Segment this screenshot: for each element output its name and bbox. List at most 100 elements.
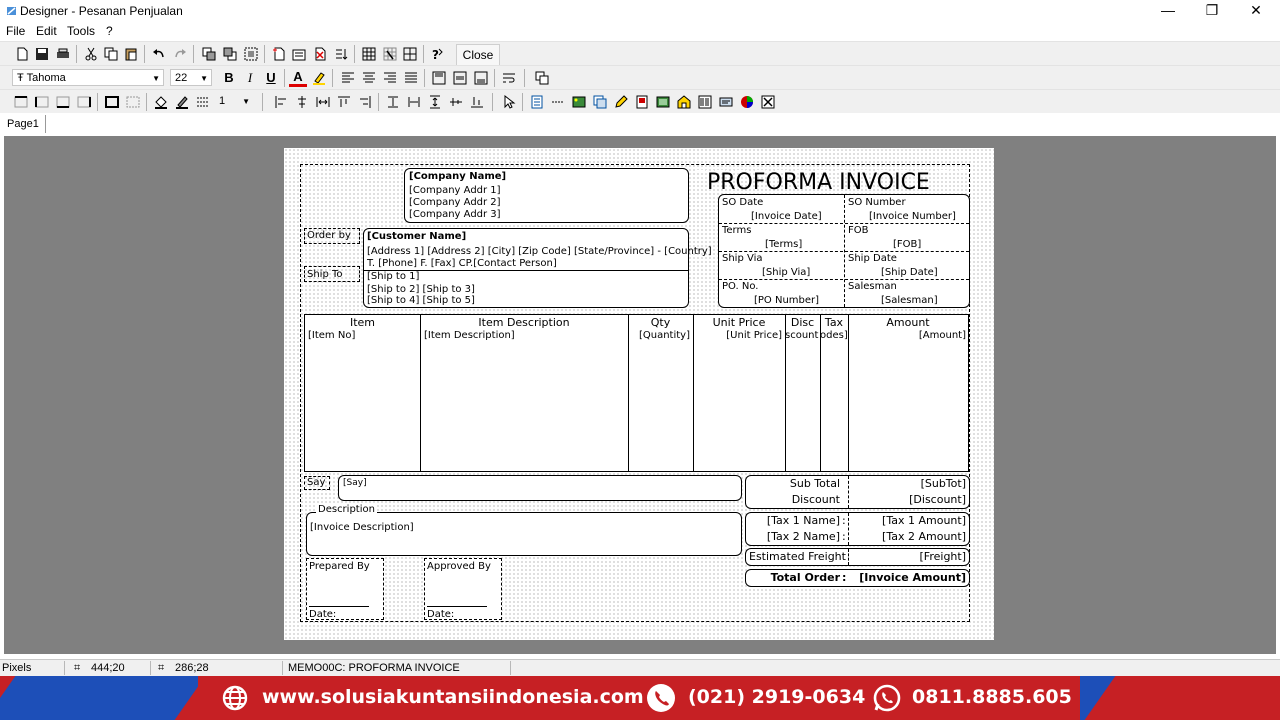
ship-date-label[interactable]: Ship Date — [848, 253, 897, 265]
salesman-value[interactable]: [Salesman] — [881, 295, 938, 307]
say-box[interactable]: [Say] — [338, 475, 742, 501]
align-lefts-icon[interactable] — [272, 93, 290, 111]
salesman-label[interactable]: Salesman — [848, 281, 897, 293]
align-bottoms-icon[interactable] — [468, 93, 486, 111]
ship-via-value[interactable]: [Ship Via] — [762, 267, 810, 279]
line-width-select[interactable]: 1 ▼ — [215, 93, 253, 110]
close-window-button[interactable]: ✕ — [1234, 0, 1278, 22]
tab-page1[interactable]: Page1 — [4, 115, 46, 133]
line-style-icon[interactable] — [194, 93, 212, 111]
order-info-box[interactable]: SO Date [Invoice Date] SO Number [Invoic… — [718, 194, 970, 308]
tax2-name[interactable]: [Tax 2 Name] — [746, 531, 840, 543]
menu-edit[interactable]: Edit — [36, 24, 57, 38]
border-bottom-icon[interactable] — [54, 93, 72, 111]
bring-front-icon[interactable] — [200, 45, 218, 63]
print-icon[interactable] — [54, 45, 72, 63]
description-box[interactable]: [Invoice Description] — [306, 512, 742, 556]
underline-button[interactable]: U — [262, 69, 280, 87]
customer-contact[interactable]: T. [Phone] F. [Fax] CP.[Contact Person] — [367, 258, 557, 270]
banner-website[interactable]: www.solusiakuntansiindonesia.com — [262, 686, 644, 708]
prepared-by-box[interactable]: Prepared By Date: — [306, 558, 384, 620]
rich-text-icon[interactable] — [717, 93, 735, 111]
align-centers-icon[interactable] — [293, 93, 311, 111]
tax1-amount[interactable]: [Tax 1 Amount] — [850, 515, 966, 527]
shape-object-icon[interactable] — [654, 93, 672, 111]
valign-bottom-icon[interactable] — [472, 69, 490, 87]
say-memo[interactable]: Say — [304, 476, 330, 490]
col-item-header[interactable]: Item — [305, 317, 420, 329]
tax2-amount[interactable]: [Tax 2 Amount] — [850, 531, 966, 543]
terms-value[interactable]: [Terms] — [765, 239, 802, 251]
cut-icon[interactable] — [82, 45, 100, 63]
insert-page-icon[interactable] — [270, 45, 288, 63]
align-center-icon[interactable] — [360, 69, 378, 87]
line-color-icon[interactable] — [173, 93, 191, 111]
po-value[interactable]: [PO Number] — [754, 295, 819, 307]
col-tax-header[interactable]: Tax — [820, 317, 848, 329]
ship-date-value[interactable]: [Ship Date] — [881, 267, 938, 279]
menu-help[interactable]: ? — [106, 24, 113, 38]
font-name-select[interactable]: Ŧ Tahoma ▼ — [12, 69, 164, 86]
send-back-icon[interactable] — [221, 45, 239, 63]
freight-label[interactable]: Estimated Freight — [749, 551, 846, 563]
so-date-label[interactable]: SO Date — [722, 197, 763, 209]
valign-top-icon[interactable] — [430, 69, 448, 87]
so-date-value[interactable]: [Invoice Date] — [751, 211, 822, 223]
company-name[interactable]: [Company Name] — [409, 171, 506, 183]
item-table[interactable]: Item Item Description Qty Unit Price Dis… — [304, 314, 969, 472]
say-value[interactable]: [Say] — [343, 477, 367, 489]
description-value[interactable]: [Invoice Description] — [310, 522, 414, 534]
total-order-box[interactable]: Total Order : [Invoice Amount] — [745, 569, 970, 587]
space-horizontal-icon[interactable] — [314, 93, 332, 111]
tax-box[interactable]: [Tax 1 Name] : [Tax 1 Amount] [Tax 2 Nam… — [745, 512, 970, 546]
same-width-icon[interactable] — [384, 93, 402, 111]
fill-color-icon[interactable] — [152, 93, 170, 111]
redo-icon[interactable] — [171, 45, 189, 63]
terms-label[interactable]: Terms — [722, 225, 751, 237]
freight-box[interactable]: Estimated Freight [Freight] — [745, 548, 970, 566]
ship-to-memo[interactable]: Ship To — [304, 266, 360, 282]
page-setup-icon[interactable] — [290, 45, 308, 63]
order-by-label[interactable]: Order by — [307, 230, 351, 242]
prepared-by-label[interactable]: Prepared By — [309, 561, 370, 573]
subtotal-box[interactable]: Sub Total [SubTot] Discount [Discount] — [745, 475, 970, 509]
align-grid-icon[interactable] — [401, 45, 419, 63]
highlight-icon[interactable] — [310, 69, 328, 87]
delete-page-icon[interactable] — [311, 45, 329, 63]
item-no-field[interactable]: [Item No] — [308, 330, 355, 342]
pen-object-icon[interactable] — [612, 93, 630, 111]
subtotal-label[interactable]: Sub Total — [746, 478, 840, 490]
space-vertical-icon[interactable] — [426, 93, 444, 111]
approved-by-label[interactable]: Approved By — [427, 561, 491, 573]
company-addr-2[interactable]: [Company Addr 2] — [409, 197, 501, 209]
customer-name[interactable]: [Customer Name] — [367, 231, 466, 243]
font-size-select[interactable]: 22 ▼ — [170, 69, 212, 86]
border-top-icon[interactable] — [12, 93, 30, 111]
font-color-button[interactable]: A — [289, 69, 307, 87]
word-wrap-icon[interactable] — [500, 69, 518, 87]
copy-icon[interactable] — [102, 45, 120, 63]
fob-value[interactable]: [FOB] — [893, 239, 921, 251]
close-button[interactable]: Close — [456, 44, 500, 66]
paste-icon[interactable] — [122, 45, 140, 63]
border-all-icon[interactable] — [103, 93, 121, 111]
align-rights-icon[interactable] — [356, 93, 374, 111]
text-object-icon[interactable] — [528, 93, 546, 111]
ship-to-line-1[interactable]: [Ship to 1] — [367, 271, 419, 283]
unit-price-field[interactable]: [Unit Price] — [693, 330, 782, 342]
description-label[interactable]: Description — [316, 504, 377, 516]
menu-tools[interactable]: Tools — [67, 24, 95, 38]
chart-object-icon[interactable] — [738, 93, 756, 111]
approved-date-label[interactable]: Date: — [427, 609, 454, 621]
tax-codes-field[interactable]: odes] — [820, 330, 847, 342]
discount-label[interactable]: Discount — [746, 494, 840, 506]
help-icon[interactable]: ? — [429, 45, 447, 63]
border-right-icon[interactable] — [75, 93, 93, 111]
pointer-icon[interactable] — [500, 93, 518, 111]
company-addr-3[interactable]: [Company Addr 3] — [409, 209, 501, 221]
col-unit-price-header[interactable]: Unit Price — [693, 317, 785, 329]
approved-by-box[interactable]: Approved By Date: — [424, 558, 502, 620]
discount-value[interactable]: [Discount] — [850, 494, 966, 506]
po-label[interactable]: PO. No. — [722, 281, 758, 293]
line-object-icon[interactable] — [549, 93, 567, 111]
